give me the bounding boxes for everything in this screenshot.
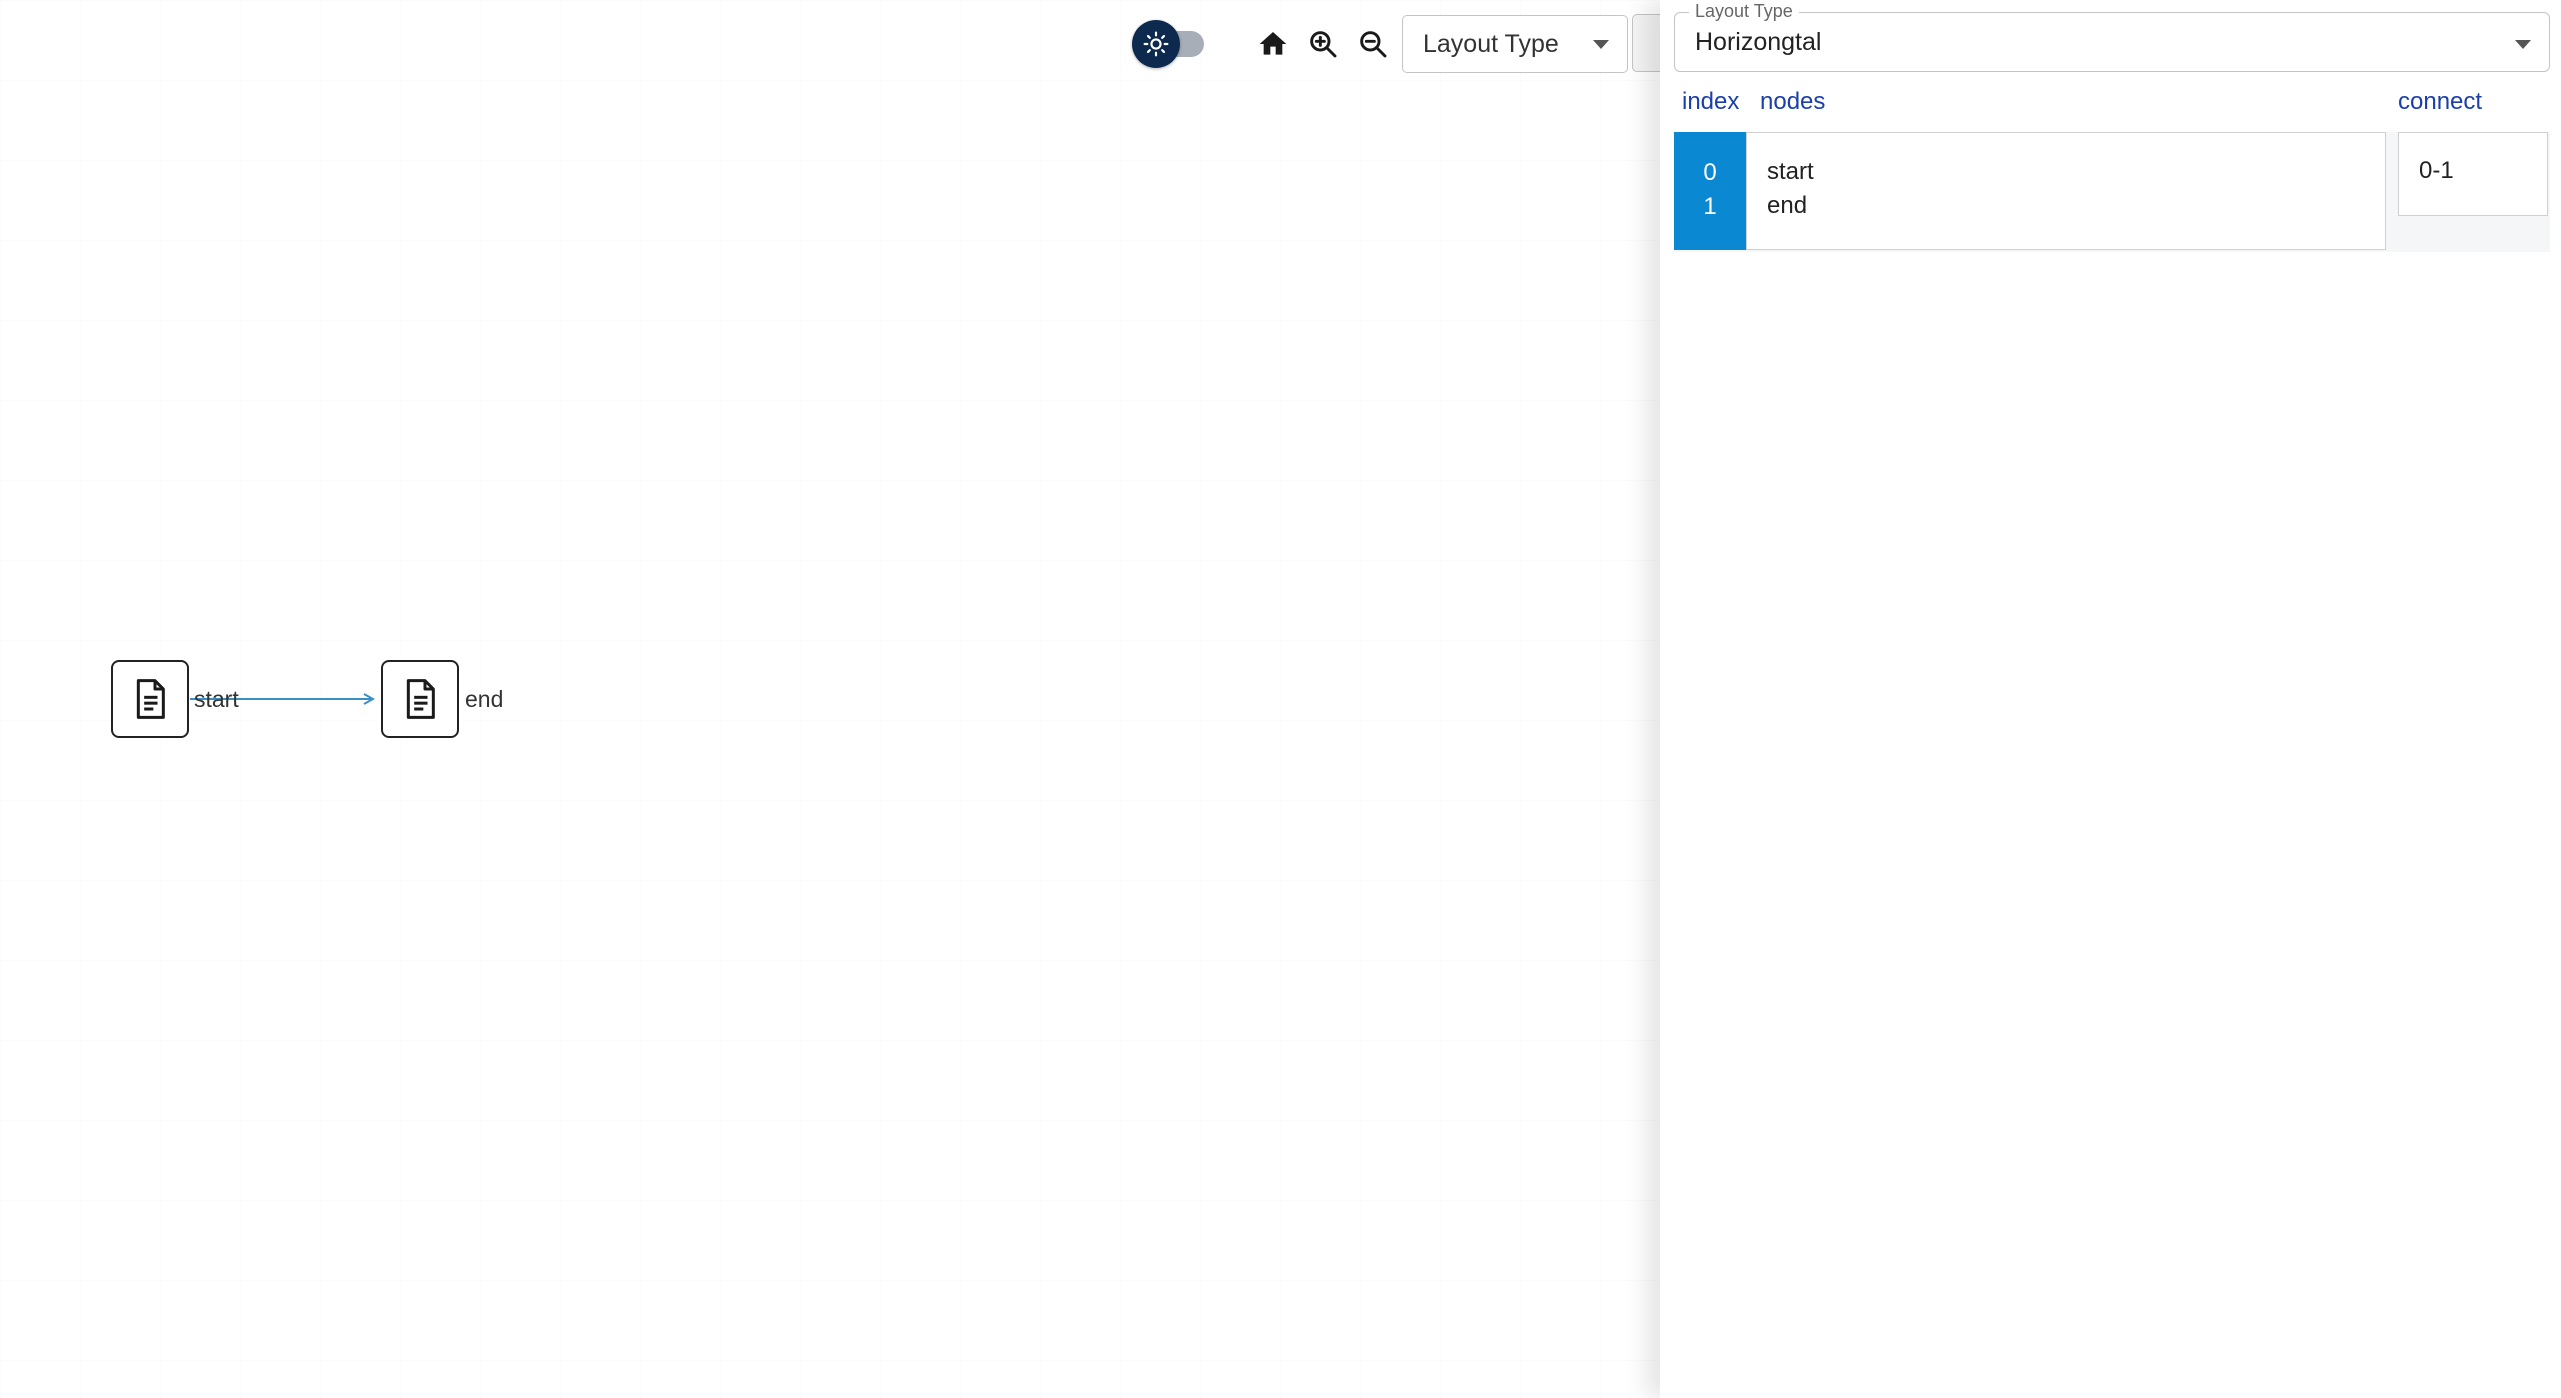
zoom-out-button[interactable]	[1348, 14, 1398, 74]
graph-edges	[190, 693, 376, 705]
column-header-index: index	[1682, 88, 1740, 115]
layout-type-select-value: Horizongtal	[1695, 28, 1822, 56]
side-panel: Layout Type Horizongtal index nodes conn…	[1660, 0, 2561, 1398]
graph-node-end[interactable]	[381, 660, 459, 738]
document-icon	[406, 679, 435, 719]
graph-node-start[interactable]	[111, 660, 189, 738]
sun-icon	[1143, 31, 1169, 57]
layout-type-select[interactable]: Layout Type Horizongtal	[1674, 1, 2550, 72]
graph-node-label: start	[194, 686, 239, 712]
column-header-connect: connect	[2398, 88, 2483, 115]
nodes-textarea[interactable]: start end	[1746, 132, 2386, 250]
graph-canvas[interactable]: Layout Type start end	[0, 0, 1672, 1398]
layout-type-button-label: Layout Type	[1423, 29, 1559, 58]
zoom-in-button[interactable]	[1298, 14, 1348, 74]
layout-type-select-legend: Layout Type	[1689, 1, 1799, 22]
zoom-out-icon	[1360, 31, 1387, 58]
node-entry: end	[1767, 192, 1808, 219]
home-icon	[1259, 32, 1287, 55]
edge-arrowhead	[363, 693, 376, 705]
index-value: 0	[1703, 159, 1717, 186]
theme-toggle[interactable]	[1130, 14, 1208, 74]
graph-node-label: end	[465, 686, 504, 712]
graph: start end	[0, 0, 1660, 1398]
chevron-down-icon	[1593, 39, 1609, 49]
zoom-in-icon	[1310, 31, 1337, 58]
layout-type-button[interactable]: Layout Type	[1402, 15, 1628, 73]
index-value: 1	[1703, 193, 1717, 220]
chevron-down-icon	[2515, 40, 2531, 49]
home-button[interactable]	[1248, 14, 1298, 74]
node-entry: start	[1767, 158, 1814, 185]
connect-input[interactable]: 0-1	[2398, 132, 2548, 216]
canvas-toolbar: Layout Type	[1130, 14, 1628, 74]
column-header-nodes: nodes	[1760, 88, 1826, 115]
node-table: 0 1 start end 0-1	[1674, 132, 2550, 252]
document-icon	[136, 679, 165, 719]
toggle-thumb[interactable]	[1132, 20, 1180, 68]
index-cell: 0 1	[1674, 132, 1746, 250]
connect-value: 0-1	[2419, 157, 2454, 184]
